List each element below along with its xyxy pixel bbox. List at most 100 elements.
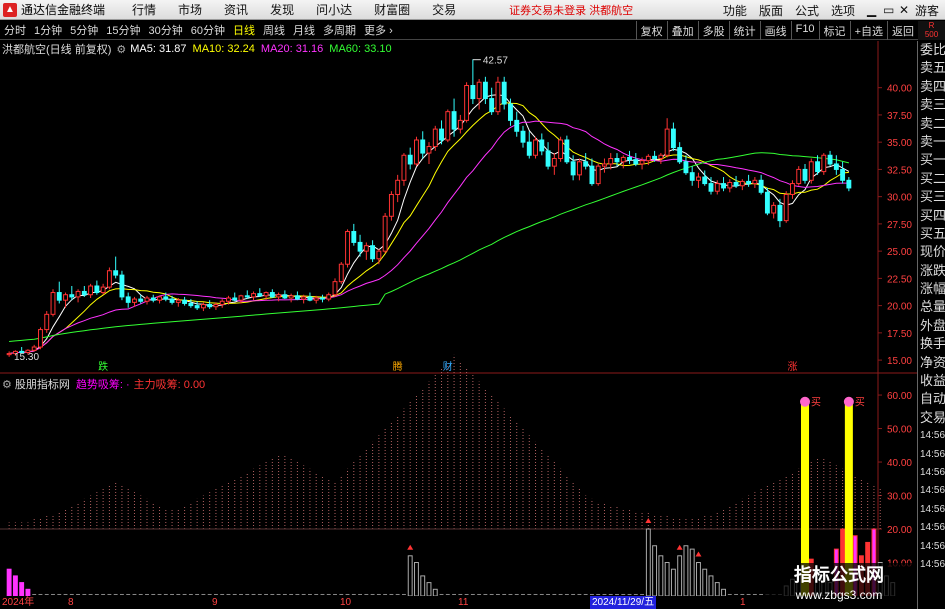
tool-diejia[interactable]: 叠加 — [666, 21, 698, 40]
indicator-bar — [138, 593, 143, 595]
indicator-name[interactable]: 股朋指标网 — [15, 376, 70, 392]
candle-body — [388, 193, 394, 217]
indicator-bar — [94, 593, 99, 595]
tab-daily[interactable]: 日线 — [229, 22, 259, 38]
candle-body — [175, 299, 181, 303]
candle-body — [639, 160, 645, 165]
price-tick-label: 37.50 — [887, 111, 912, 122]
indicator-tick-label: 50.00 — [887, 425, 912, 436]
app-title: 通达信金融终端 — [21, 3, 106, 17]
indicator-bar — [621, 593, 626, 595]
side-panel-item: 涨跌 — [920, 262, 945, 278]
corner-tag: R 500 — [918, 21, 945, 40]
ma5-label: MA5: 31.87 — [130, 43, 187, 55]
candle-body — [257, 293, 263, 297]
candle-body — [219, 300, 225, 306]
side-panel-item: 总量 — [920, 299, 945, 315]
up-arrow-icon — [645, 518, 652, 524]
tool-huaxian[interactable]: 画线 — [759, 21, 791, 40]
menu-caifuquan[interactable]: 财富圈 — [363, 1, 421, 18]
tab-more[interactable]: 更多 › — [360, 22, 397, 38]
indicator-bar — [696, 562, 701, 596]
tab-weekly[interactable]: 周线 — [259, 22, 289, 38]
maximize-icon[interactable]: ▭ — [877, 3, 894, 17]
indicator-bar — [452, 593, 457, 595]
settings-circle-icon[interactable]: ⚙ — [116, 43, 126, 56]
candle-body — [708, 183, 714, 192]
up-arrow-icon — [676, 544, 683, 550]
indicator-bar — [514, 593, 519, 595]
indicator-title: ⚙ 股朋指标网 趋势吸筹: · 主力吸筹: 0.00 — [2, 376, 205, 392]
candle-body — [833, 163, 839, 170]
candle-body — [113, 270, 119, 276]
guest-login[interactable]: 游客 — [909, 2, 945, 19]
tab-15min[interactable]: 15分钟 — [102, 22, 144, 38]
candle-body — [294, 295, 300, 300]
tool-fuquan[interactable]: 复权 — [635, 21, 667, 40]
candle-body — [508, 103, 513, 121]
indicator-bar — [339, 593, 344, 595]
menu-gongneng[interactable]: 功能 — [717, 2, 753, 19]
indicator-bar — [407, 555, 413, 596]
tool-zixuan[interactable]: +自选 — [849, 21, 887, 40]
candle-body — [677, 147, 683, 163]
indicator-bar — [307, 593, 312, 595]
date-label: 8 — [68, 597, 74, 608]
candle-body — [420, 139, 426, 154]
indicator-bar — [126, 593, 131, 595]
menu-hangqing[interactable]: 行情 — [121, 1, 167, 18]
close-icon[interactable]: ✕ — [893, 3, 909, 17]
tab-60min[interactable]: 60分钟 — [187, 22, 229, 38]
side-panel-item: 卖三 — [920, 97, 945, 113]
menu-jiaoyi[interactable]: 交易 — [421, 1, 467, 18]
indicator-bar — [170, 593, 175, 595]
tool-fanhui[interactable]: 返回 — [887, 21, 918, 40]
candle-body — [790, 183, 795, 195]
trade-login-notice[interactable]: 证券交易未登录 洪都航空 — [509, 2, 633, 18]
indicator-bar — [746, 593, 751, 595]
tab-1min[interactable]: 1分钟 — [30, 22, 66, 38]
indicator-bar — [521, 593, 525, 595]
side-panel-item: 自动 — [920, 391, 945, 407]
menu-zixun[interactable]: 资讯 — [213, 1, 259, 18]
candle-body — [683, 161, 689, 174]
candle-body — [689, 172, 695, 181]
candle-body — [451, 111, 457, 130]
menu-wenxiaoda[interactable]: 问小达 — [305, 1, 363, 18]
tool-biaoji[interactable]: 标记 — [818, 21, 850, 40]
tool-f10[interactable]: F10 — [790, 21, 819, 40]
menu-banmian[interactable]: 版面 — [753, 2, 789, 19]
menu-shichang[interactable]: 市场 — [167, 1, 213, 18]
tab-monthly[interactable]: 月线 — [289, 22, 319, 38]
candle-body — [758, 179, 764, 193]
candle-body — [56, 292, 62, 301]
tab-5min[interactable]: 5分钟 — [66, 22, 102, 38]
candle-body — [144, 297, 150, 302]
settings-circle-icon[interactable]: ⚙ — [2, 378, 12, 391]
side-panel-item: 委比 — [920, 42, 945, 57]
candle-body — [545, 150, 551, 167]
tab-30min[interactable]: 30分钟 — [145, 22, 187, 38]
indicator-bar — [627, 593, 632, 595]
menu-xuanxiang[interactable]: 选项 — [825, 2, 861, 19]
candle-body — [815, 161, 820, 173]
candle-body — [771, 204, 777, 214]
side-panel-item: 14:56 — [920, 485, 945, 497]
indicator-bar — [702, 568, 708, 596]
tool-duogu[interactable]: 多股 — [697, 21, 729, 40]
chart-info-line: 洪都航空(日线 前复权) ⚙ MA5: 31.87 MA10: 32.24 MA… — [2, 42, 398, 56]
menu-faxian[interactable]: 发现 — [259, 1, 305, 18]
kline-chart[interactable]: 40.00 37.50 35.00 32.50 30.00 27.50 25.00 22.50… — [0, 41, 917, 596]
indicator-trend-value: 趋势吸筹: · — [75, 379, 130, 391]
stock-title[interactable]: 洪都航空(日线 前复权) — [2, 41, 111, 57]
high-annotation: 42.57 — [483, 56, 508, 67]
price-tick-label: 22.50 — [887, 274, 912, 285]
minimize-icon[interactable]: ▁ — [861, 3, 877, 17]
candle-body — [733, 181, 739, 187]
date-label: 1 — [740, 597, 746, 608]
indicator-bar — [383, 593, 388, 595]
tool-tongji[interactable]: 统计 — [728, 21, 760, 40]
tab-fenshi[interactable]: 分时 — [0, 22, 30, 38]
tab-multi-period[interactable]: 多周期 — [319, 22, 360, 38]
menu-gongshi[interactable]: 公式 — [789, 2, 825, 19]
